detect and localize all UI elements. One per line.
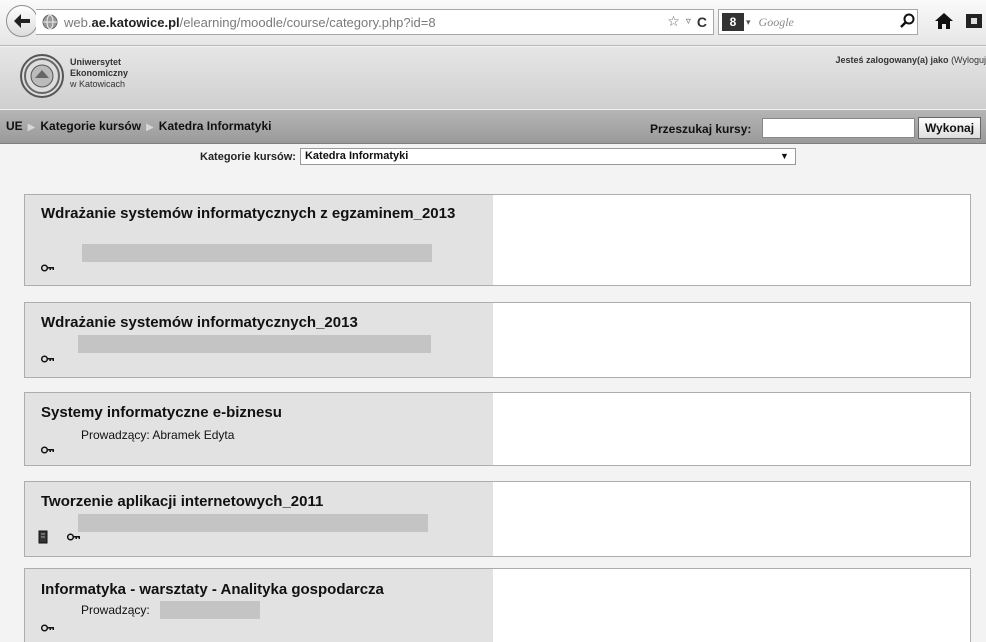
url-text: web.ae.katowice.pl/elearning/moodle/cour…	[64, 14, 436, 30]
university-name: Uniwersytet Ekonomiczny w Katowicach	[70, 57, 129, 89]
course-box: Wdrażanie systemów informatycznych z egz…	[24, 194, 971, 286]
redacted-teacher	[82, 244, 432, 262]
breadcrumb-current: Katedra Informatyki	[158, 119, 272, 133]
login-info: Jesteś zalogowany(a) jako (Wyloguj	[835, 55, 986, 65]
back-button[interactable]	[6, 5, 38, 37]
course-box: Wdrażanie systemów informatycznych_2013	[24, 302, 971, 378]
search-engine-icon[interactable]: 8	[722, 13, 744, 31]
category-label: Kategorie kursów:	[200, 150, 296, 163]
magnifier-icon[interactable]	[900, 13, 916, 29]
reload-icon[interactable]: C	[697, 14, 707, 30]
navbar: UE ▶ Kategorie kursów ▶ Katedra Informatyki …	[0, 110, 986, 144]
university-logo[interactable]	[20, 54, 64, 98]
seal-icon	[24, 58, 60, 94]
course-teacher: Prowadzący:	[81, 603, 150, 617]
course-info: Informatyka - warsztaty - Analityka gosp…	[25, 569, 493, 642]
engine-dropdown-icon[interactable]: ▾	[746, 17, 751, 28]
breadcrumb-separator-icon: ▶	[27, 122, 36, 133]
category-select[interactable]: Katedra Informatyki ▼	[299, 148, 796, 165]
course-box: Tworzenie aplikacji internetowych_2011	[24, 481, 971, 557]
dropdown-arrow-icon: ▼	[780, 151, 789, 161]
key-icon	[41, 355, 54, 363]
home-icon[interactable]	[934, 12, 954, 30]
breadcrumb-categories[interactable]: Kategorie kursów	[40, 119, 141, 133]
browser-search-input[interactable]: 8 ▾ Google	[718, 9, 918, 35]
search-submit-button[interactable]: Wykonaj	[918, 117, 981, 139]
course-info: Wdrażanie systemów informatycznych_2013	[25, 303, 493, 377]
breadcrumb-home[interactable]: UE	[6, 119, 23, 133]
browser-toolbar: web.ae.katowice.pl/elearning/moodle/cour…	[0, 0, 986, 46]
course-box: Informatyka - warsztaty - Analityka gosp…	[24, 568, 971, 642]
key-icon	[67, 533, 80, 541]
course-title-link[interactable]: Systemy informatyczne e-biznesu	[41, 403, 481, 423]
logout-link[interactable]: (Wyloguj	[951, 55, 986, 65]
site-header: Uniwersytet Ekonomiczny w Katowicach Jes…	[0, 47, 986, 109]
star-icon[interactable]: ☆	[667, 13, 680, 30]
course-title-link[interactable]: Wdrażanie systemów informatycznych_2013	[41, 313, 481, 333]
back-arrow-icon	[14, 14, 30, 28]
redacted-teacher	[78, 514, 428, 532]
globe-icon	[42, 14, 58, 30]
course-title-link[interactable]: Informatyka - warsztaty - Analityka gosp…	[41, 580, 481, 600]
category-selector-row: Kategorie kursów: Katedra Informatyki ▼	[200, 148, 796, 165]
extension-icon[interactable]	[964, 12, 984, 30]
course-search-input[interactable]	[762, 118, 915, 138]
document-icon	[38, 530, 48, 544]
breadcrumb-separator-icon: ▶	[146, 122, 154, 133]
course-title-link[interactable]: Wdrażanie systemów informatycznych z egz…	[41, 204, 481, 224]
course-title-link[interactable]: Tworzenie aplikacji internetowych_2011	[41, 492, 481, 512]
redacted-teacher	[160, 601, 260, 619]
course-teacher: Prowadzący: Abramek Edyta	[81, 428, 235, 442]
teacher-link[interactable]: Abramek Edyta	[152, 428, 234, 442]
key-icon	[41, 624, 54, 632]
dropdown-arrow-icon[interactable]: ▿	[686, 16, 691, 27]
redacted-teacher	[78, 335, 431, 353]
key-icon	[41, 264, 54, 272]
key-icon	[41, 446, 54, 454]
course-box: Systemy informatyczne e-biznesu Prowadzą…	[24, 392, 971, 466]
course-info: Wdrażanie systemów informatycznych z egz…	[25, 195, 493, 285]
breadcrumb: UE ▶ Kategorie kursów ▶ Katedra Informatyki	[6, 119, 271, 133]
course-info: Systemy informatyczne e-biznesu Prowadzą…	[25, 393, 493, 465]
course-info: Tworzenie aplikacji internetowych_2011	[25, 482, 493, 556]
address-bar[interactable]: web.ae.katowice.pl/elearning/moodle/cour…	[36, 9, 714, 35]
course-search-label: Przeszukaj kursy:	[650, 122, 752, 136]
search-placeholder: Google	[758, 14, 794, 29]
